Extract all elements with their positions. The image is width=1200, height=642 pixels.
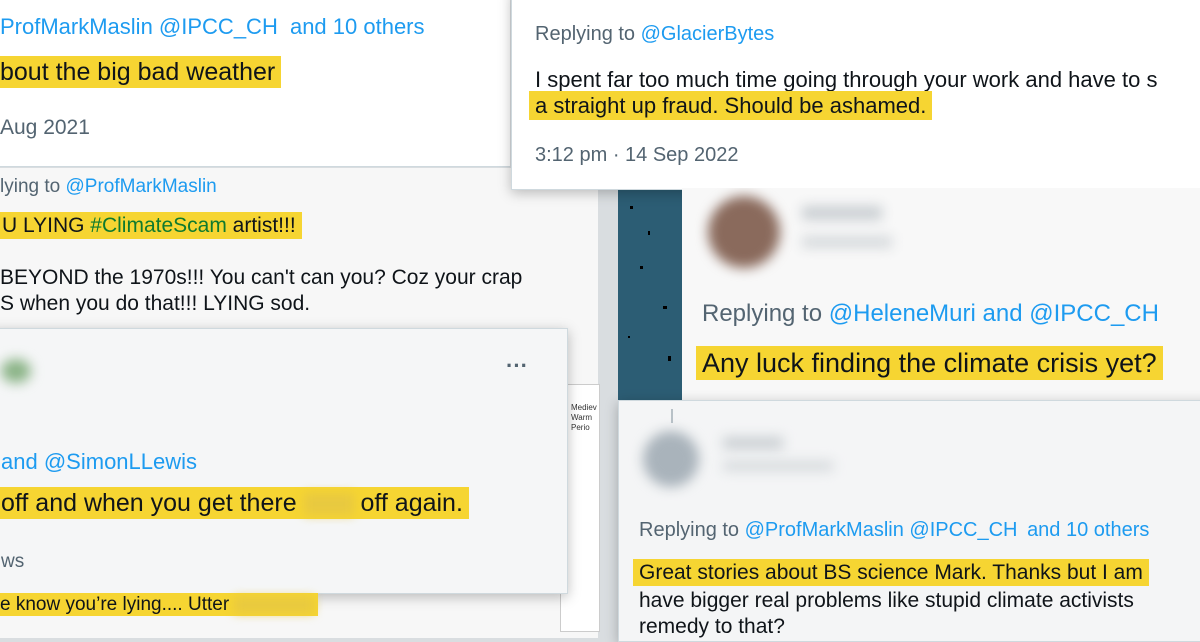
replying-others[interactable]: and 10 others bbox=[1027, 519, 1149, 541]
tweet-text: Any luck finding the climate crisis yet? bbox=[696, 346, 1163, 380]
replying-prefix: Replying to bbox=[535, 23, 636, 45]
replying-prefix: Replying to bbox=[639, 519, 740, 541]
replying-prefix: lying to bbox=[0, 176, 61, 197]
tweet-text-line2: BEYOND the 1970s!!! You can't can you? C… bbox=[0, 266, 523, 289]
author-handle bbox=[802, 236, 892, 248]
author-name bbox=[802, 206, 882, 220]
tweet-meta: ws bbox=[1, 551, 25, 572]
hashtag-link[interactable]: #ClimateScam bbox=[90, 214, 227, 237]
tweet-card-f: Replying to @ProfMarkMaslin @IPCC_CH and… bbox=[618, 400, 1200, 642]
tweet-text-line2: a straight up fraud. Should be ashamed. bbox=[529, 91, 933, 120]
replying-prefix: Replying to bbox=[702, 300, 823, 327]
replying-user-1[interactable]: @HeleneMuri bbox=[829, 300, 976, 327]
tweet-text-line3: remedy to that? bbox=[639, 615, 785, 638]
tweet-card-b: Replying to @GlacierBytes I spent far to… bbox=[511, 0, 1200, 190]
tweet-text-line3: S when you do that!!! LYING sod. bbox=[0, 292, 311, 315]
tweet-card-d: ··· and @SimonLLewis off and when you ge… bbox=[0, 328, 568, 594]
tweet-card-a: ProfMarkMaslin @IPCC_CH and 10 others bo… bbox=[0, 0, 510, 167]
tweet-text-line2: have bigger real problems like stupid cl… bbox=[639, 589, 1134, 612]
thread-line bbox=[671, 409, 673, 423]
fragment-text: e know you’re lying.... Utter bbox=[0, 594, 230, 615]
tweet-text: bout the big bad weather bbox=[0, 56, 282, 88]
tweet-text-line1: Great stories about BS science Mark. Tha… bbox=[633, 559, 1149, 586]
replying-user[interactable]: @GlacierBytes bbox=[641, 23, 775, 45]
tweet-text-post: off again. bbox=[360, 489, 463, 517]
tweet-text-pre: U LYING bbox=[2, 214, 91, 237]
tweet-date: Aug 2021 bbox=[0, 116, 90, 139]
tweet-timestamp: 3:12 pm · 14 Sep 2022 bbox=[535, 144, 739, 166]
avatar bbox=[708, 196, 780, 268]
tweet-fragment: e know you’re lying.... Utter bbox=[0, 593, 319, 616]
replying-and: and bbox=[982, 300, 1023, 327]
tweet-text-pre: off and when you get there bbox=[1, 489, 297, 517]
tweet-card-e: Replying to @HeleneMuri and @IPCC_CH Any… bbox=[682, 188, 1200, 400]
replying-user[interactable]: @SimonLLewis bbox=[44, 449, 197, 474]
replying-user-2[interactable]: @IPCC_CH bbox=[1029, 300, 1159, 327]
tweet-text-line1: I spent far too much time going through … bbox=[535, 67, 1158, 92]
tweet-text: off and when you get there off again. bbox=[0, 487, 469, 519]
replying-connector: and bbox=[1, 449, 38, 474]
author-handle bbox=[723, 461, 833, 471]
author-name bbox=[723, 437, 783, 449]
background-photo bbox=[618, 186, 682, 401]
avatar bbox=[643, 431, 699, 487]
replying-users[interactable]: ProfMarkMaslin @IPCC_CH bbox=[0, 14, 278, 39]
tweet-text-post: artist!!! bbox=[226, 214, 296, 237]
replying-user[interactable]: @ProfMarkMaslin bbox=[65, 176, 216, 197]
redacted-word bbox=[234, 596, 315, 613]
more-options-icon[interactable]: ··· bbox=[506, 353, 528, 379]
tweet-text-highlight: U LYING #ClimateScam artist!!! bbox=[0, 212, 302, 239]
redacted-word bbox=[303, 493, 354, 516]
replying-users[interactable]: @ProfMarkMaslin @IPCC_CH bbox=[745, 519, 1018, 541]
replying-others[interactable]: and 10 others bbox=[290, 14, 425, 39]
avatar bbox=[1, 359, 31, 383]
